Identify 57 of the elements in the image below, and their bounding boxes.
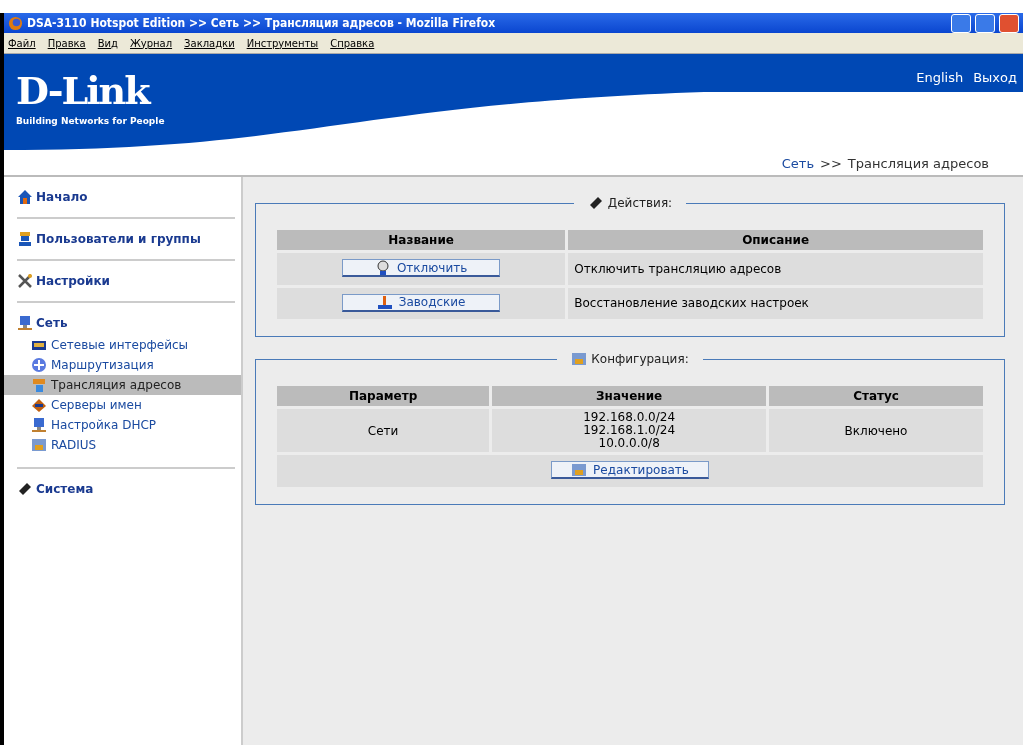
monitor-icon [17, 315, 33, 331]
close-button[interactable] [999, 13, 1019, 33]
column-header: Название [277, 230, 566, 250]
sidebar-section[interactable]: Пользователи и группы [36, 232, 201, 246]
menu-item[interactable]: Файл [8, 37, 36, 49]
breadcrumb-current: Трансляция адресов [847, 156, 989, 171]
menu-item[interactable]: Закладки [184, 37, 235, 49]
sidebar-item[interactable]: Сетевые интерфейсы [4, 335, 241, 355]
radius-icon [31, 437, 47, 453]
sidebar-item[interactable]: Серверы имен [4, 395, 241, 415]
sidebar-item[interactable]: Трансляция адресов [4, 375, 241, 395]
menu-item[interactable]: Справка [330, 37, 375, 49]
window-title: DSA-3110 Hotspot Edition >> Сеть >> Трансляция адресов - Mozilla Firefox [27, 16, 497, 30]
sidebar-section[interactable]: Начало [36, 190, 88, 204]
header-link[interactable]: Выход [973, 70, 1017, 85]
column-header: Значение [492, 386, 766, 406]
table-cell: Включено [769, 409, 983, 452]
sidebar-item[interactable]: Маршрутизация [4, 355, 241, 375]
table-cell: Сети [277, 409, 490, 452]
breadcrumb-link[interactable]: Сеть [781, 156, 815, 171]
network-address: 192.168.1.0/24 [582, 424, 677, 437]
table-cell: Отключить трансляцию адресов [568, 253, 983, 285]
sidebar-item[interactable]: Настройка DHCP [4, 415, 241, 435]
monitor-icon [31, 417, 47, 433]
chip-icon [17, 481, 33, 497]
edit-button[interactable]: Редактировать [551, 461, 709, 479]
browser-logo-icon [8, 15, 23, 31]
column-header: Параметр [277, 386, 490, 406]
logo-tagline: Building Networks for People [16, 116, 165, 126]
action-button[interactable]: Заводские [342, 293, 501, 312]
logo: D-Link [16, 68, 149, 113]
minimize-button[interactable] [951, 13, 971, 33]
menu-item[interactable]: Правка [47, 37, 86, 49]
column-header: Описание [568, 230, 983, 250]
table-cell: Восстановление заводских настроек [568, 287, 983, 319]
user-icon [17, 231, 33, 247]
sidebar-section[interactable]: Система [36, 482, 94, 496]
menu-item[interactable]: Инструменты [246, 37, 319, 49]
panel-title: Действия: [607, 196, 673, 210]
tools-icon [17, 273, 33, 289]
server-icon [31, 397, 47, 413]
sidebar-item[interactable]: RADIUS [4, 435, 241, 455]
column-header: Статус [769, 386, 983, 406]
bulb-icon [374, 259, 391, 276]
panel-title: Конфигурация: [591, 352, 689, 366]
factory-icon [376, 294, 393, 310]
sidebar-section[interactable]: Сеть [36, 316, 68, 330]
menu-item[interactable]: Вид [97, 37, 118, 49]
breadcrumb-separator: >> [820, 156, 842, 171]
action-button[interactable]: Отключить [342, 259, 501, 277]
maximize-button[interactable] [975, 13, 995, 33]
network-address: 10.0.0.0/8 [597, 437, 661, 450]
sidebar-section[interactable]: Настройки [36, 274, 110, 288]
network-address: 192.168.0.0/24 [582, 411, 677, 424]
house-icon [17, 189, 33, 205]
menu-item[interactable]: Журнал [130, 37, 173, 49]
header-link[interactable]: English [916, 70, 964, 85]
